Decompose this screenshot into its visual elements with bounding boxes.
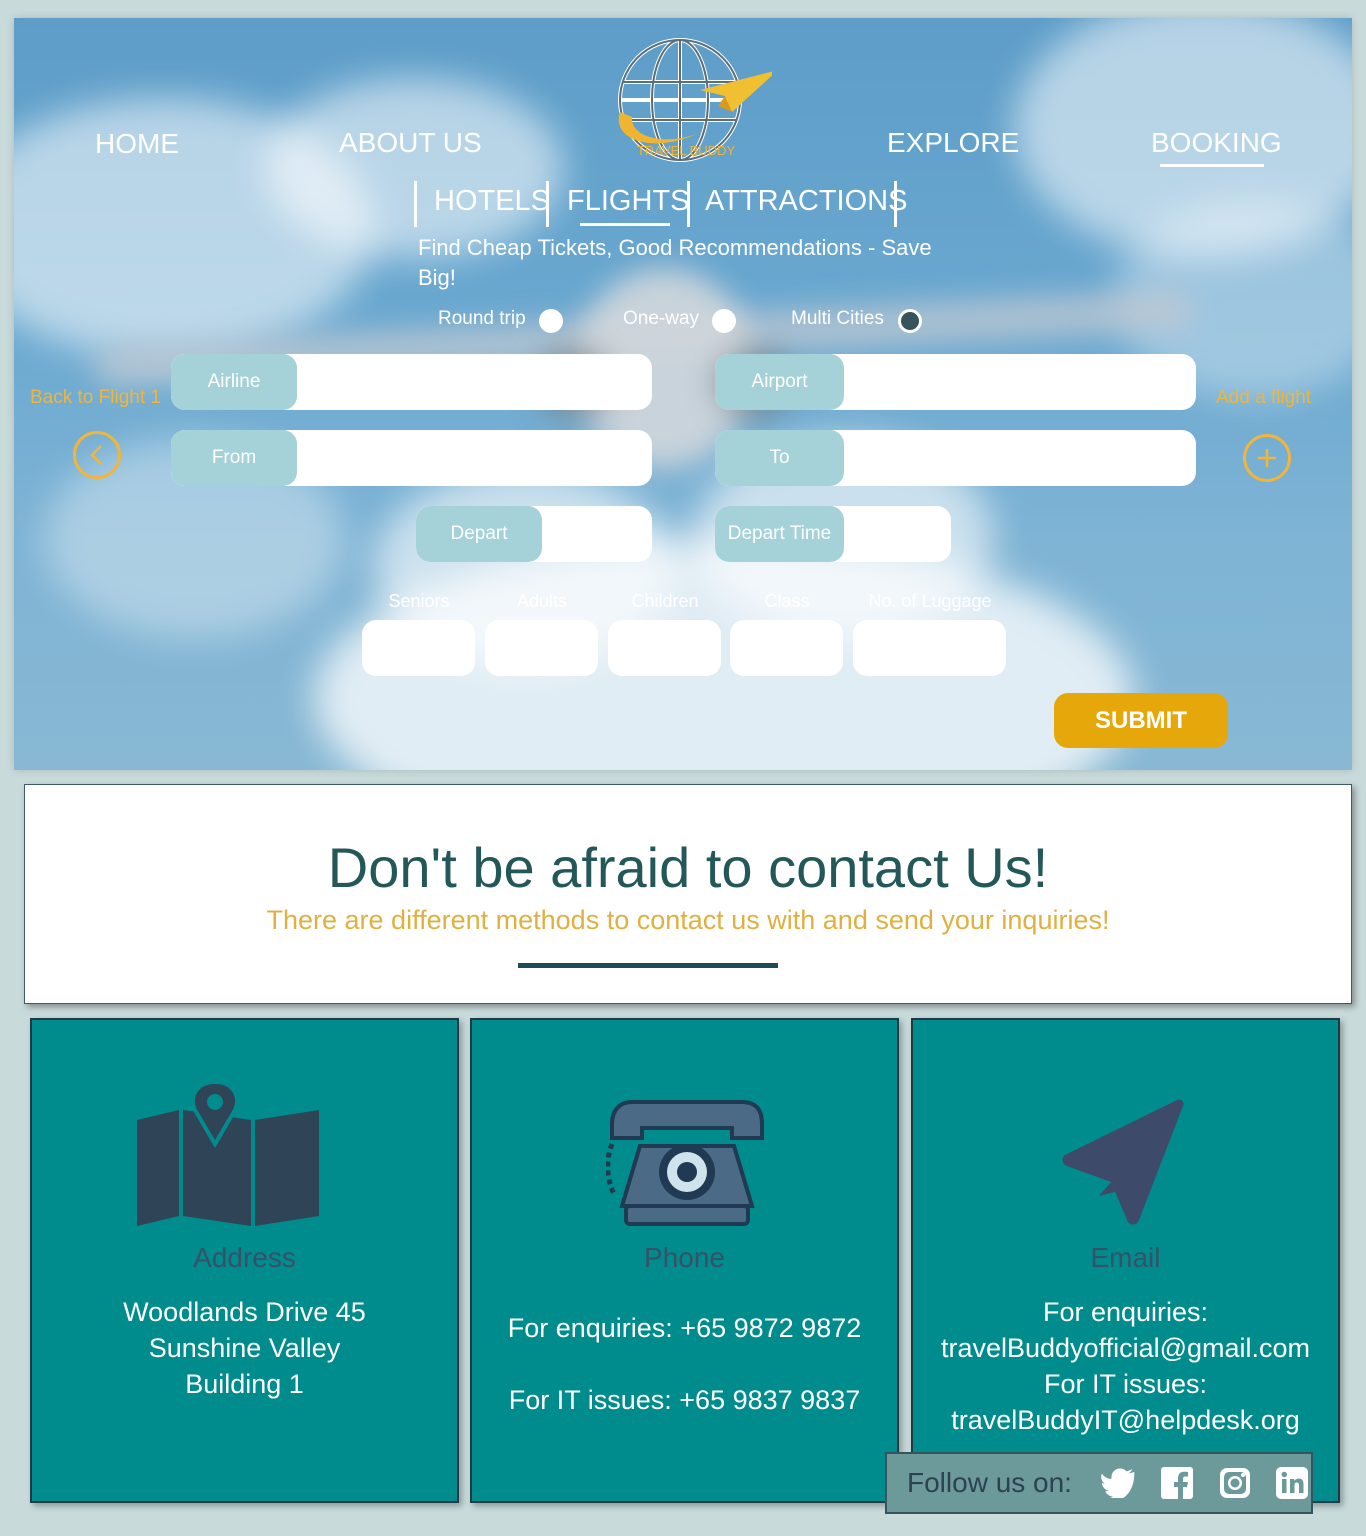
nav-about-us[interactable]: ABOUT US bbox=[339, 127, 482, 159]
submit-button[interactable]: SUBMIT bbox=[1054, 693, 1228, 748]
airport-field[interactable]: Airport bbox=[715, 354, 1196, 410]
address-card: Address Woodlands Drive 45 Sunshine Vall… bbox=[30, 1018, 459, 1503]
instagram-icon[interactable] bbox=[1216, 1464, 1254, 1502]
children-input[interactable] bbox=[608, 620, 721, 676]
telephone-icon bbox=[606, 1100, 764, 1226]
nav-explore[interactable]: EXPLORE bbox=[887, 127, 1019, 159]
airport-label: Airport bbox=[715, 354, 844, 410]
globe-plane-logo-icon[interactable] bbox=[600, 32, 772, 182]
phone-it-issues: For IT issues: +65 9837 9837 bbox=[508, 1385, 861, 1415]
nav-booking[interactable]: BOOKING bbox=[1151, 127, 1282, 159]
contact-subtitle: There are different methods to contact u… bbox=[266, 905, 1110, 935]
subnav-divider bbox=[894, 181, 897, 227]
depart-date-field[interactable]: Depart bbox=[416, 506, 652, 562]
subnav-hotels[interactable]: HOTELS bbox=[434, 185, 550, 218]
subnav-divider bbox=[687, 181, 690, 227]
subnav-flights[interactable]: FLIGHTS bbox=[567, 185, 689, 218]
email-address-it[interactable]: travelBuddyIT@helpdesk.org bbox=[913, 1402, 1338, 1438]
subnav-flights-underline bbox=[580, 223, 670, 226]
map-icon bbox=[137, 1080, 319, 1226]
from-field[interactable]: From bbox=[171, 430, 652, 486]
address-line: Woodlands Drive 45 bbox=[123, 1297, 366, 1327]
to-label: To bbox=[715, 430, 844, 486]
hero-section: HOME ABOUT US EXPLORE BOOKING TRAVEL BUD… bbox=[14, 18, 1352, 770]
phone-title: Phone bbox=[644, 1242, 725, 1273]
radio-label-round-trip: Round trip bbox=[438, 308, 526, 329]
linkedin-icon[interactable] bbox=[1273, 1464, 1311, 1502]
depart-time-field[interactable]: Depart Time bbox=[715, 506, 951, 562]
logo-brand-text: TRAVEL BUDDY bbox=[636, 143, 736, 158]
follow-us-label: Follow us on: bbox=[907, 1467, 1072, 1498]
seniors-input[interactable] bbox=[362, 620, 475, 676]
add-flight-link[interactable]: Add a flight bbox=[1216, 387, 1311, 409]
address-line: Building 1 bbox=[185, 1369, 304, 1399]
follow-us-bar: Follow us on: bbox=[885, 1452, 1313, 1514]
send-icon bbox=[1062, 1099, 1184, 1225]
from-label: From bbox=[171, 430, 297, 486]
email-address-enquiries[interactable]: travelBuddyofficial@gmail.com bbox=[913, 1330, 1338, 1366]
back-button[interactable] bbox=[73, 431, 121, 479]
adults-label: Adults bbox=[516, 591, 568, 611]
adults-input[interactable] bbox=[485, 620, 598, 676]
nav-booking-underline bbox=[1160, 164, 1264, 167]
email-title: Email bbox=[1090, 1242, 1161, 1273]
phone-card: Phone For enquiries: +65 9872 9872 For I… bbox=[470, 1018, 899, 1503]
radio-multi-cities[interactable] bbox=[898, 309, 922, 333]
subnav-divider bbox=[414, 181, 417, 227]
airline-label: Airline bbox=[171, 354, 297, 410]
banner-divider bbox=[518, 963, 778, 968]
address-text: Woodlands Drive 45 Sunshine Valley Build… bbox=[32, 1294, 457, 1402]
class-input[interactable] bbox=[730, 620, 843, 676]
chevron-left-icon bbox=[90, 445, 102, 465]
children-label: Children bbox=[631, 591, 699, 611]
email-card: Email For enquiries: travelBuddyofficial… bbox=[911, 1018, 1340, 1503]
airline-field[interactable]: Airline bbox=[171, 354, 652, 410]
phone-enquiries: For enquiries: +65 9872 9872 bbox=[507, 1313, 862, 1343]
radio-round-trip[interactable] bbox=[539, 309, 563, 333]
radio-label-one-way: One-way bbox=[623, 308, 700, 329]
back-to-flight-link[interactable]: Back to Flight 1 bbox=[30, 387, 161, 409]
contact-banner: Don't be afraid to contact Us! There are… bbox=[24, 784, 1352, 1004]
address-title: Address bbox=[193, 1242, 296, 1273]
depart-label: Depart bbox=[416, 506, 542, 562]
plus-icon bbox=[1258, 449, 1276, 467]
subnav-attractions[interactable]: ATTRACTIONS bbox=[705, 185, 907, 218]
contact-title: Don't be afraid to contact Us! bbox=[327, 836, 1049, 899]
address-line: Sunshine Valley bbox=[148, 1333, 341, 1363]
facebook-icon[interactable] bbox=[1158, 1464, 1196, 1502]
luggage-label: No. of Luggage bbox=[868, 591, 992, 611]
radio-label-multi-cities: Multi Cities bbox=[791, 308, 884, 329]
depart-time-label: Depart Time bbox=[715, 506, 844, 562]
hero-tagline: Find Cheap Tickets, Good Recommendations… bbox=[418, 235, 932, 290]
subnav-divider bbox=[546, 181, 549, 227]
email-line: For enquiries: bbox=[1042, 1297, 1209, 1327]
luggage-input[interactable] bbox=[853, 620, 1006, 676]
add-flight-button[interactable] bbox=[1243, 434, 1291, 482]
class-label: Class bbox=[764, 591, 810, 611]
email-text: For enquiries: travelBuddyofficial@gmail… bbox=[913, 1294, 1338, 1438]
nav-home[interactable]: HOME bbox=[95, 128, 179, 160]
twitter-icon[interactable] bbox=[1100, 1464, 1138, 1502]
radio-one-way[interactable] bbox=[712, 309, 736, 333]
email-line: For IT issues: bbox=[1043, 1369, 1208, 1399]
seniors-label: Seniors bbox=[388, 591, 450, 611]
to-field[interactable]: To bbox=[715, 430, 1196, 486]
